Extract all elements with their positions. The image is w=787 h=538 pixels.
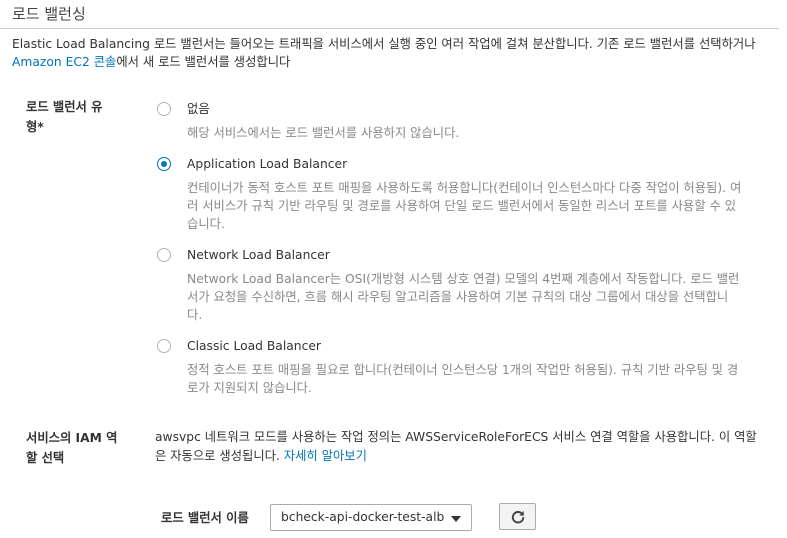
- lb-type-label: 로드 밸런서 유 형*: [26, 97, 102, 137]
- iam-role-label-line1: 서비스의 IAM 역: [26, 431, 118, 445]
- radio-nlb[interactable]: [157, 248, 171, 262]
- lb-name-label: 로드 밸런서 이름: [161, 511, 249, 525]
- lb-option-label[interactable]: 없음: [187, 100, 210, 118]
- section-divider: [0, 28, 779, 29]
- lb-option-description: 해당 서비스에서는 로드 밸런서를 사용하지 않습니다.: [187, 126, 460, 140]
- lb-option-description: 정적 호스트 포트 매핑을 필요로 합니다(컨테이너 인스턴스당 1개의 작업만…: [187, 363, 739, 395]
- section-intro: Elastic Load Balancing 로드 밸런서는 들어오는 트래픽을…: [12, 35, 778, 71]
- refresh-icon: [511, 511, 525, 524]
- lb-option-description: 컨테이너가 동적 호스트 포트 매핑을 사용하도록 허용합니다(컨테이너 인스턴…: [187, 181, 742, 231]
- lb-type-label-line2: 형*: [26, 120, 44, 134]
- refresh-button[interactable]: [499, 503, 536, 530]
- intro-suffix: 에서 새 로드 밸런서를 생성합니다: [116, 55, 291, 69]
- lb-name-select-value: bcheck-api-docker-test-alb: [281, 510, 445, 524]
- radio-alb[interactable]: [157, 157, 171, 171]
- intro-text: Elastic Load Balancing 로드 밸런서는 들어오는 트래픽을…: [12, 37, 756, 51]
- lb-option-description: Network Load Balancer는 OSI(개방형 시스템 상호 연결…: [187, 272, 740, 322]
- lb-type-label-line1: 로드 밸런서 유: [26, 100, 103, 114]
- iam-description-text: awsvpc 네트워크 모드를 사용하는 작업 정의는 AWSServiceRo…: [155, 430, 757, 463]
- section-title: 로드 밸런싱: [12, 5, 86, 23]
- radio-none[interactable]: [157, 102, 171, 116]
- ec2-console-link[interactable]: Amazon EC2 콘솔: [12, 55, 116, 69]
- lb-option-label[interactable]: Application Load Balancer: [187, 155, 347, 173]
- radio-selected-dot: [161, 161, 167, 167]
- iam-role-description: awsvpc 네트워크 모드를 사용하는 작업 정의는 AWSServiceRo…: [155, 428, 765, 466]
- iam-role-label-line2: 할 선택: [26, 451, 65, 465]
- radio-classic[interactable]: [157, 339, 171, 353]
- lb-option-label[interactable]: Classic Load Balancer: [187, 337, 321, 355]
- lb-name-select[interactable]: bcheck-api-docker-test-alb: [270, 504, 472, 531]
- iam-role-label: 서비스의 IAM 역 할 선택: [26, 428, 117, 468]
- learn-more-link[interactable]: 자세히 알아보기: [284, 449, 367, 463]
- lb-option-label[interactable]: Network Load Balancer: [187, 246, 330, 264]
- caret-down-icon: [451, 516, 461, 522]
